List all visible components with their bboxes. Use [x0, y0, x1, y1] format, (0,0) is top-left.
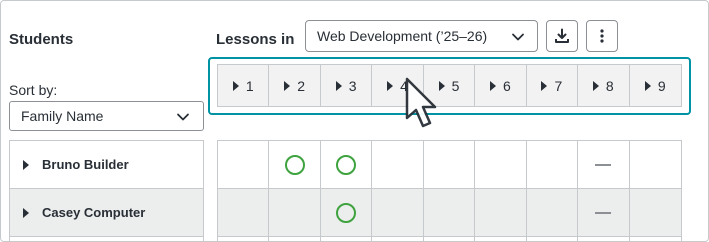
- lesson-header-8[interactable]: 8: [578, 65, 630, 106]
- progress-cell[interactable]: [475, 189, 527, 236]
- progress-cell[interactable]: [424, 189, 476, 236]
- progress-cell[interactable]: [372, 189, 424, 236]
- progress-cell[interactable]: [321, 237, 373, 242]
- progress-cell[interactable]: [630, 189, 681, 236]
- progress-circle-icon: [336, 154, 357, 175]
- progress-cell[interactable]: [269, 237, 321, 242]
- progress-cell[interactable]: [269, 141, 321, 188]
- chevron-down-icon: [177, 113, 189, 121]
- sort-label: Sort by:: [9, 82, 58, 98]
- caret-right-icon: [541, 80, 548, 91]
- more-vertical-icon: [600, 29, 604, 43]
- chevron-down-icon: [512, 33, 524, 41]
- lesson-header-6[interactable]: 6: [475, 65, 527, 106]
- progress-cell[interactable]: [630, 237, 681, 242]
- lesson-number: 9: [657, 77, 666, 94]
- progress-circle-icon: [284, 154, 305, 175]
- caret-right-icon: [23, 159, 29, 170]
- student-name: Casey Computer: [42, 205, 146, 220]
- progress-cell[interactable]: [321, 141, 373, 188]
- students-heading: Students: [9, 31, 74, 48]
- progress-cell[interactable]: [527, 237, 579, 242]
- progress-cell[interactable]: [475, 141, 527, 188]
- course-select[interactable]: Web Development (’25–26): [305, 20, 538, 52]
- caret-right-icon: [335, 80, 342, 91]
- progress-cell[interactable]: [527, 189, 579, 236]
- course-select-value: Web Development (’25–26): [317, 28, 488, 44]
- progress-cell[interactable]: [218, 189, 270, 236]
- progress-cell[interactable]: [578, 141, 630, 188]
- student-row[interactable]: Bruno Builder: [9, 140, 204, 188]
- student-row[interactable]: Casey Computer: [9, 188, 204, 236]
- lesson-header-3[interactable]: 3: [321, 65, 373, 106]
- progress-cell[interactable]: [372, 141, 424, 188]
- progress-cell[interactable]: [321, 189, 373, 236]
- progress-row: [217, 140, 682, 188]
- progress-cell[interactable]: [630, 141, 681, 188]
- lesson-number: 3: [348, 77, 357, 94]
- caret-right-icon: [387, 80, 394, 91]
- student-name: Bruno Builder: [42, 157, 129, 172]
- progress-cell[interactable]: [424, 237, 476, 242]
- more-options-button[interactable]: [586, 20, 618, 52]
- download-icon: [555, 28, 569, 43]
- progress-row: [217, 236, 682, 242]
- caret-right-icon: [490, 80, 496, 91]
- caret-right-icon: [644, 80, 651, 91]
- lesson-number: 2: [297, 77, 306, 94]
- progress-grid: [217, 140, 682, 242]
- caret-right-icon: [232, 80, 239, 91]
- lesson-header-row: 123456789: [217, 64, 682, 107]
- dash-icon: [595, 211, 612, 214]
- lesson-number: 6: [503, 77, 511, 94]
- lesson-number: 7: [554, 77, 563, 94]
- progress-cell[interactable]: [475, 237, 527, 242]
- lesson-number: 8: [605, 77, 614, 94]
- lesson-header-7[interactable]: 7: [527, 65, 579, 106]
- mouse-pointer-icon: [405, 77, 437, 128]
- progress-circle-icon: [336, 202, 357, 223]
- progress-cell[interactable]: [578, 237, 630, 242]
- sort-select[interactable]: Family Name: [9, 101, 204, 131]
- caret-right-icon: [23, 207, 29, 218]
- lesson-number: 1: [245, 77, 254, 94]
- caret-right-icon: [592, 80, 599, 91]
- lessons-heading: Lessons in: [216, 31, 295, 48]
- lesson-header-9[interactable]: 9: [630, 65, 681, 106]
- download-button[interactable]: [546, 20, 578, 52]
- progress-cell[interactable]: [218, 237, 270, 242]
- progress-cell[interactable]: [218, 141, 270, 188]
- progress-cell[interactable]: [269, 189, 321, 236]
- progress-cell[interactable]: [424, 141, 476, 188]
- progress-row: [217, 188, 682, 236]
- caret-right-icon: [284, 80, 291, 91]
- progress-cell[interactable]: [372, 237, 424, 242]
- student-row[interactable]: [9, 236, 204, 242]
- student-list: Bruno Builder Casey Computer: [9, 140, 204, 242]
- lesson-header-2[interactable]: 2: [269, 65, 321, 106]
- progress-cell[interactable]: [578, 189, 630, 236]
- progress-cell[interactable]: [527, 141, 579, 188]
- sort-select-value: Family Name: [21, 108, 104, 124]
- lesson-header-1[interactable]: 1: [218, 65, 270, 106]
- dash-icon: [595, 163, 612, 166]
- lesson-number: 5: [451, 77, 460, 94]
